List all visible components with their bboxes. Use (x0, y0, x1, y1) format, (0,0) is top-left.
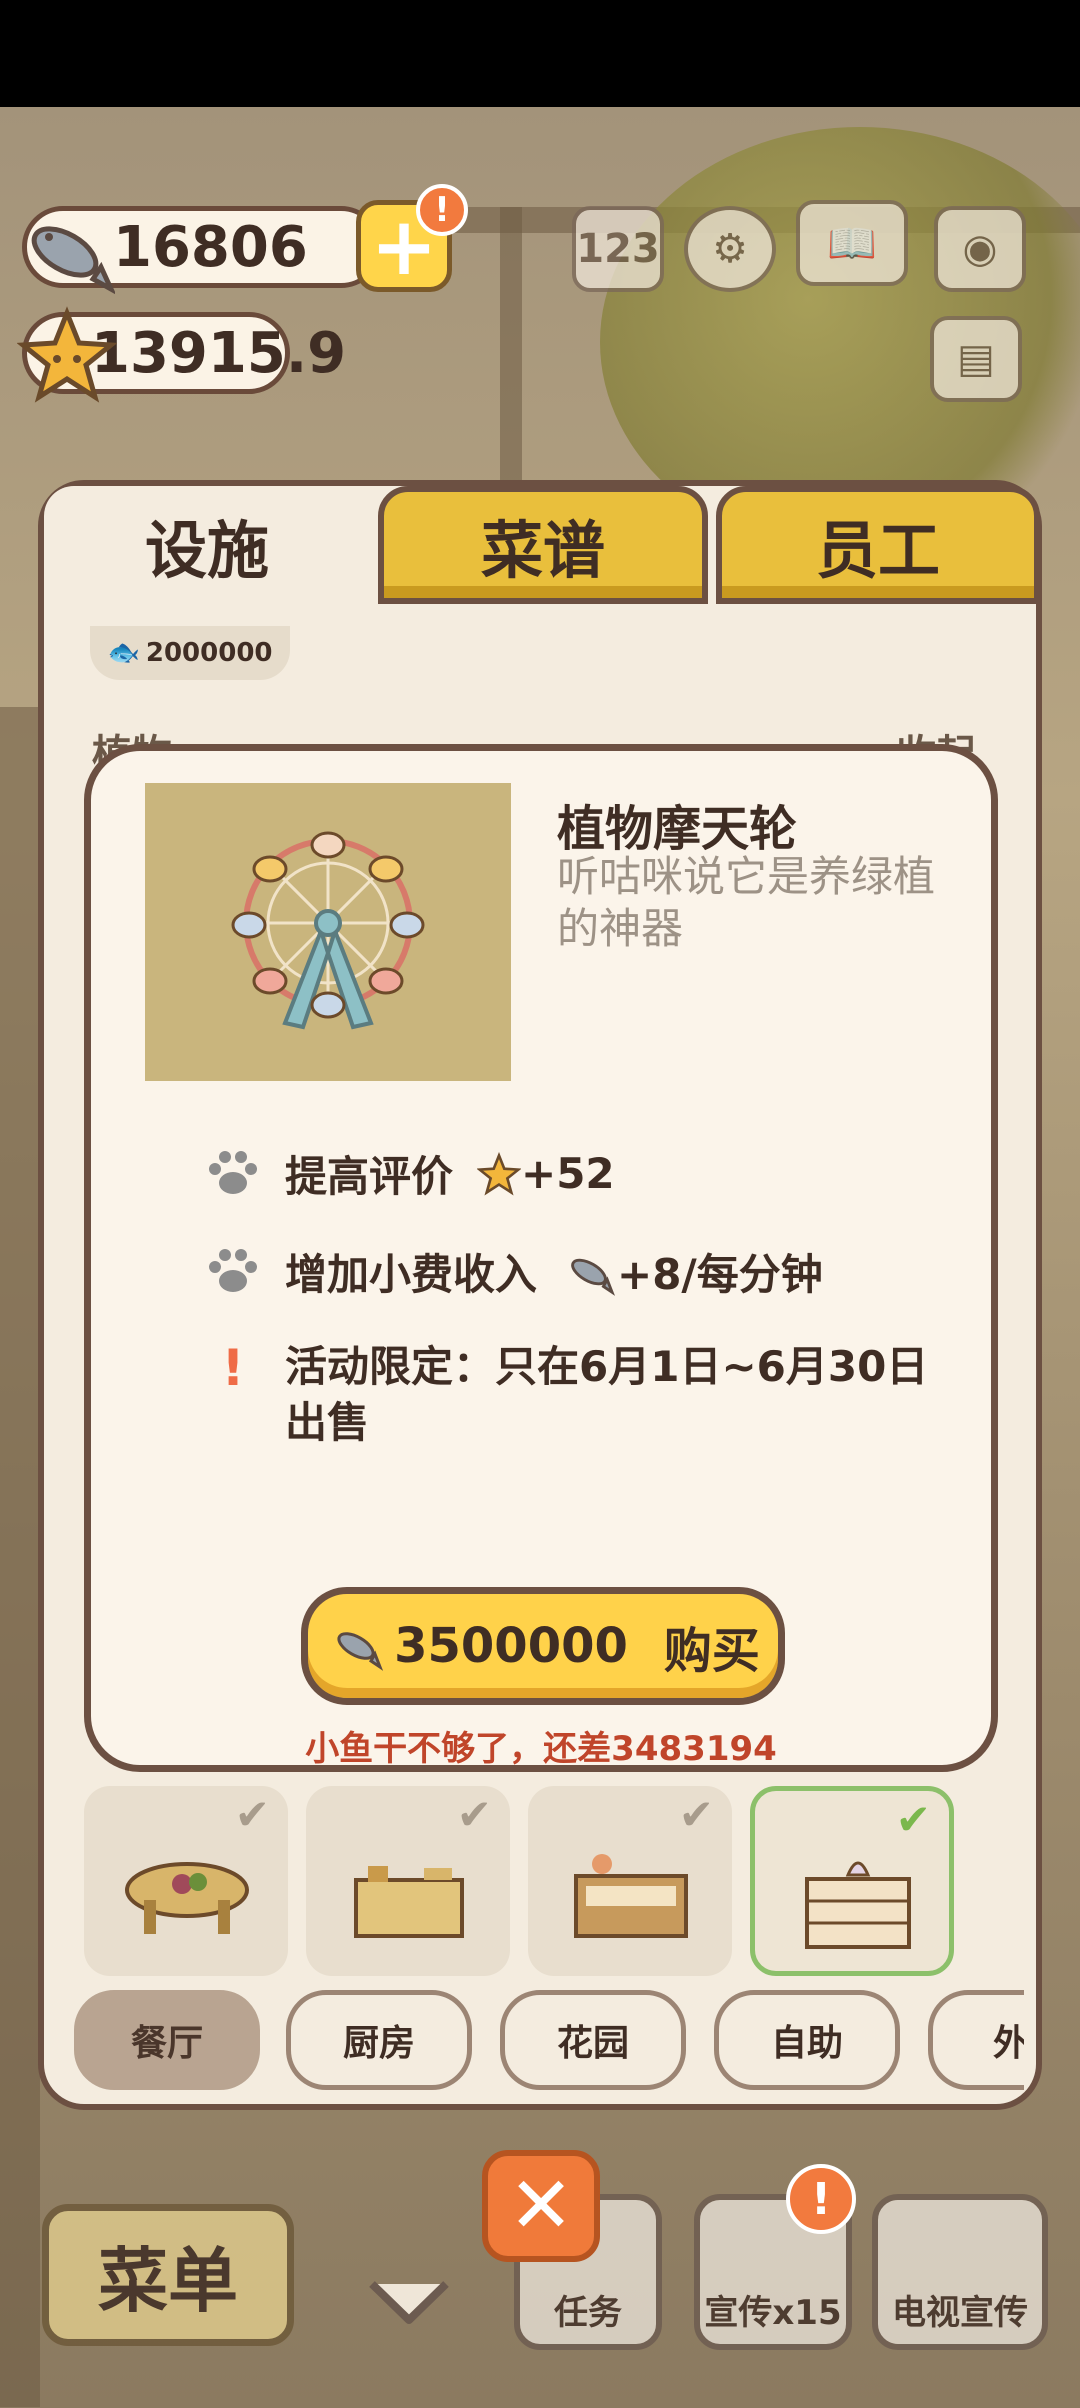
fish-icon (337, 1632, 384, 1671)
item-card-selected[interactable]: ✔ (750, 1786, 954, 1976)
check-icon: ✔ (456, 1790, 492, 1839)
paw-icon (209, 1248, 257, 1292)
fish-icon (571, 1258, 616, 1296)
alert-icon: ! (786, 2164, 856, 2234)
item-thumbnail (145, 783, 511, 1081)
item-card[interactable]: ✔ (528, 1786, 732, 1976)
stat-label: 增加小费收入 (285, 1250, 538, 1299)
status-bar (0, 0, 1080, 107)
exclamation-icon: ! (221, 1339, 245, 1397)
limited-text: 活动限定：只在6月1日~6月30日出售 (285, 1342, 929, 1447)
category-kitchen[interactable]: 厨房 (286, 1990, 472, 2090)
star-amount: 13915.9 (91, 320, 347, 386)
check-icon: ✔ (234, 1790, 270, 1839)
tab-staff[interactable]: 员工 (716, 486, 1040, 604)
close-button[interactable]: ✕ (482, 2150, 600, 2262)
star-currency: 13915.9 (17, 306, 346, 403)
stat-value: +52 (521, 1149, 615, 1198)
limited-notice: ! 活动限定：只在6月1日~6月30日出售 (207, 1339, 945, 1451)
check-icon: ✔ (678, 1790, 714, 1839)
beam (0, 707, 40, 2407)
star-icon (17, 306, 117, 403)
buy-price: 3500000 (394, 1618, 628, 1674)
category-bar: 餐厅 厨房 花园 自助 外 (74, 1990, 1024, 2090)
tv-promo-button[interactable]: 电视宣传 (872, 2194, 1048, 2350)
fish-currency: 16806 (22, 206, 382, 295)
tab-recipes[interactable]: 菜谱 (378, 486, 708, 604)
alert-icon: ! (416, 184, 468, 236)
tab-facilities[interactable]: 设施 (44, 486, 370, 604)
settings-icon[interactable]: ⚙ (684, 206, 776, 292)
camera-icon[interactable]: ◉ (934, 206, 1026, 292)
item-description: 听咕咪说它是养绿植的神器 (557, 852, 936, 953)
menu-button[interactable]: 菜单 (42, 2204, 294, 2346)
item-price-tag: 🐟 2000000 (90, 626, 290, 680)
counter-icon (354, 1866, 464, 1938)
item-detail-popup: 植物摩天轮 听咕咪说它是养绿植的神器 提高评价 +52 增加小费收入 +8/每分… (84, 744, 998, 1772)
stat-rating: 提高评价 +52 (207, 1143, 615, 1204)
buy-button[interactable]: 3500000 购买 (301, 1587, 785, 1705)
fish-icon: 🐟 (107, 638, 140, 668)
ranking-icon[interactable]: 123 (572, 206, 664, 292)
category-garden[interactable]: 花园 (500, 1990, 686, 2090)
item-card[interactable]: ✔ (84, 1786, 288, 1976)
fish-icon (31, 226, 115, 295)
stat-tip-income: 增加小费收入 +8/每分钟 (207, 1241, 823, 1302)
ferris-wheel-icon (231, 831, 425, 1030)
fish-amount: 16806 (113, 214, 308, 280)
star-icon (477, 1151, 522, 1195)
category-outdoor[interactable]: 外 (928, 1990, 1024, 2090)
display-case-icon (574, 1854, 688, 1938)
book-icon[interactable]: 📖 (796, 200, 908, 286)
paw-icon (209, 1150, 257, 1194)
item-card[interactable]: ✔ (306, 1786, 510, 1976)
item-grid: ✔ ✔ ✔ ✔ (84, 1786, 1004, 1976)
item-price: 2000000 (145, 638, 273, 668)
item-title: 植物摩天轮 (557, 801, 798, 857)
newspaper-icon[interactable]: ▤ (930, 316, 1022, 402)
shortage-warning: 小鱼干不够了，还差3483194 (305, 1729, 777, 1769)
stat-label: 提高评价 (285, 1152, 454, 1201)
buy-label: 购买 (663, 1623, 760, 1679)
chevron-down-icon[interactable] (364, 2272, 454, 2332)
category-buffet[interactable]: 自助 (714, 1990, 900, 2090)
dessert-shelf-icon (805, 1861, 911, 1949)
category-restaurant[interactable]: 餐厅 (74, 1990, 260, 2090)
check-icon: ✔ (895, 1795, 931, 1844)
table-icon (125, 1862, 249, 1934)
stat-value: +8/每分钟 (617, 1250, 823, 1299)
